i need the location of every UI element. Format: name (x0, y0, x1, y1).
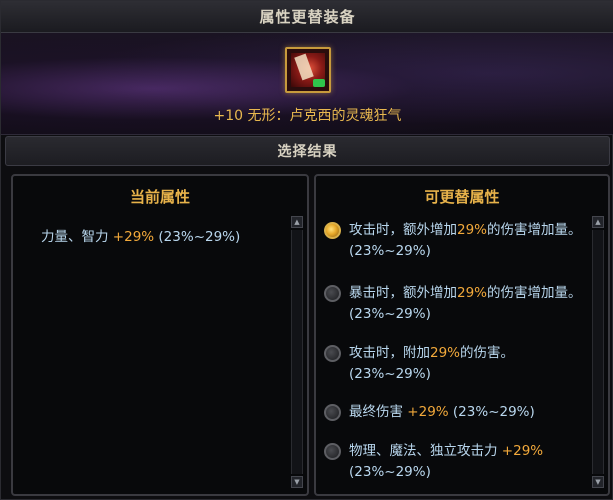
current-attribute: 力量、智力 +29% (23%~29%) (41, 225, 240, 245)
option-row-4[interactable]: 最终伤害 +29% (23%~29%) (324, 402, 586, 423)
option-text: 攻击时，附加29%的伤害。(23%~29%) (349, 343, 586, 385)
scroll-track[interactable] (592, 230, 604, 474)
option-text-post: (23%~29%) (448, 404, 535, 420)
option-text-pre: 攻击时，额外增加 (349, 222, 457, 238)
radio-selected-icon[interactable] (324, 222, 341, 239)
option-text-pre: 攻击时，附加 (349, 345, 430, 361)
current-attribute-range: (23%~29%) (154, 229, 241, 245)
right-scrollbar[interactable]: ▲ ▼ (592, 216, 604, 488)
scroll-up-icon[interactable]: ▲ (291, 216, 303, 228)
scroll-down-icon[interactable]: ▼ (291, 476, 303, 488)
item-icon-gem (313, 79, 325, 87)
item-icon[interactable] (285, 47, 331, 93)
option-value: 29% (430, 345, 461, 361)
section-label: 选择结果 (277, 144, 338, 160)
replaceable-attributes-panel: 可更替属性 攻击时，额外增加29%的伤害增加量。(23%~29%) 暴击时，额外… (314, 174, 610, 496)
option-text: 攻击时，额外增加29%的伤害增加量。(23%~29%) (349, 220, 586, 262)
scroll-down-icon[interactable]: ▼ (592, 476, 604, 488)
section-bar: 选择结果 (5, 136, 610, 166)
option-value: +29% (501, 443, 544, 459)
option-text-pre: 暴击时，额外增加 (349, 285, 457, 301)
option-value: 29% (457, 285, 488, 301)
option-text-pre: 最终伤害 (349, 404, 408, 420)
option-value: +29% (407, 404, 449, 420)
replaceable-attributes-header: 可更替属性 (424, 188, 500, 206)
radio-icon[interactable] (324, 404, 341, 421)
option-value: 29% (457, 222, 488, 238)
radio-icon[interactable] (324, 285, 341, 302)
current-attribute-name: 力量、智力 (41, 229, 113, 245)
option-text-post: (23%~29%) (349, 464, 431, 480)
scroll-up-icon[interactable]: ▲ (592, 216, 604, 228)
item-name: +10 无形：卢克西的灵魂狂气 (213, 108, 402, 124)
option-text: 最终伤害 +29% (23%~29%) (349, 402, 535, 423)
option-text: 暴击时，额外增加29%的伤害增加量。(23%~29%) (349, 283, 586, 325)
option-row-3[interactable]: 攻击时，附加29%的伤害。(23%~29%) (324, 343, 586, 385)
radio-icon[interactable] (324, 443, 341, 460)
attribute-replace-window: 属性更替装备 +10 无形：卢克西的灵魂狂气 选择结果 当前属性 力量、智力 +… (0, 0, 613, 500)
window-title: 属性更替装备 (259, 8, 356, 26)
option-text-pre: 物理、魔法、独立攻击力 (349, 443, 502, 459)
current-attribute-value: +29% (112, 229, 155, 245)
left-scrollbar[interactable]: ▲ ▼ (291, 216, 303, 488)
radio-icon[interactable] (324, 345, 341, 362)
option-row-1[interactable]: 攻击时，额外增加29%的伤害增加量。(23%~29%) (324, 220, 586, 262)
title-bar: 属性更替装备 (1, 1, 613, 33)
option-row-2[interactable]: 暴击时，额外增加29%的伤害增加量。(23%~29%) (324, 283, 586, 325)
option-text: 物理、魔法、独立攻击力 +29% (23%~29%) (349, 441, 586, 483)
item-banner: +10 无形：卢克西的灵魂狂气 (1, 33, 613, 135)
current-attributes-header: 当前属性 (129, 188, 190, 206)
current-attributes-panel: 当前属性 力量、智力 +29% (23%~29%) ▲ ▼ (11, 174, 309, 496)
scroll-track[interactable] (291, 230, 303, 474)
option-row-5[interactable]: 物理、魔法、独立攻击力 +29% (23%~29%) (324, 441, 586, 483)
